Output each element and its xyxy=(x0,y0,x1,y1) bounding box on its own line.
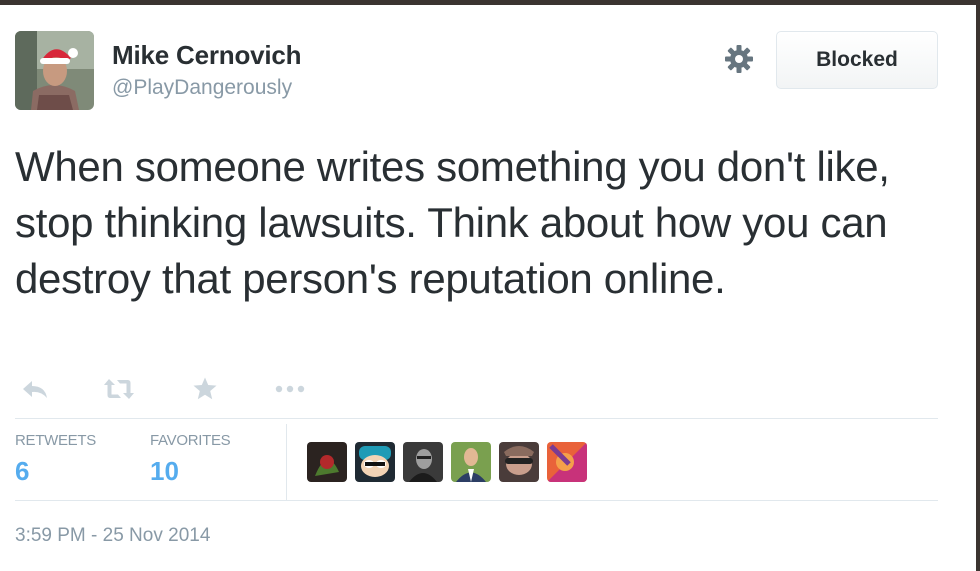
blocked-button[interactable]: Blocked xyxy=(776,31,938,89)
favoriter-avatar[interactable] xyxy=(451,442,491,482)
stats-divider-bottom xyxy=(15,500,938,501)
author-handle[interactable]: @PlayDangerously xyxy=(112,76,292,100)
stats-divider-top xyxy=(15,418,938,419)
retweet-icon[interactable] xyxy=(99,372,139,406)
retweets-count[interactable]: 6 xyxy=(15,456,29,487)
author-name[interactable]: Mike Cernovich xyxy=(112,40,302,71)
favorites-label: FAVORITES xyxy=(150,432,231,449)
retweets-label: RETWEETS xyxy=(15,432,96,449)
favoriter-avatar[interactable] xyxy=(403,442,443,482)
tweet-card: Mike Cernovich @PlayDangerously Blocked … xyxy=(0,5,976,571)
reply-icon[interactable] xyxy=(15,372,55,406)
gear-icon[interactable] xyxy=(722,42,756,76)
favoriter-avatar[interactable] xyxy=(499,442,539,482)
favorites-count[interactable]: 10 xyxy=(150,456,179,487)
stats-separator xyxy=(286,424,287,500)
more-icon[interactable] xyxy=(270,372,310,406)
author-avatar[interactable] xyxy=(15,31,94,110)
favorite-icon[interactable] xyxy=(185,372,225,406)
tweet-text: When someone writes something you don't … xyxy=(15,143,890,302)
favoriter-avatar[interactable] xyxy=(355,442,395,482)
favoriter-avatar[interactable] xyxy=(307,442,347,482)
tweet-timestamp[interactable]: 3:59 PM - 25 Nov 2014 xyxy=(15,525,210,547)
favoriter-avatar[interactable] xyxy=(547,442,587,482)
